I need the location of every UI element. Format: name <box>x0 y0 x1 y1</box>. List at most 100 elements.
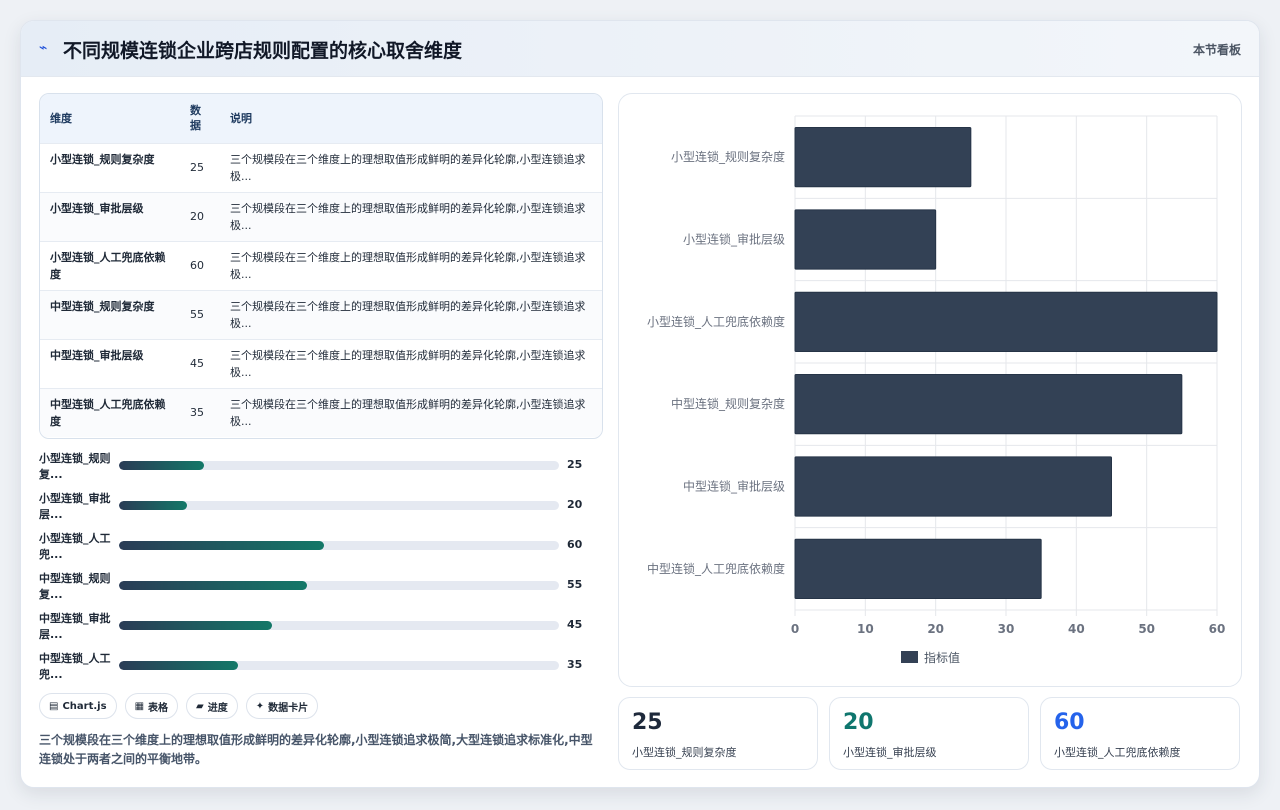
chip-progress[interactable]: ▰ 进度 <box>186 693 238 719</box>
bar <box>794 209 937 270</box>
kpi-value: 60 <box>1054 710 1085 735</box>
progress-track <box>119 461 559 470</box>
cell-description: 三个规模段在三个维度上的理想取值形成鲜明的差异化轮廓,小型连锁追求极... <box>220 339 602 388</box>
bar <box>794 456 1112 517</box>
progress-item: 小型连锁_规则复... 25 <box>39 451 599 491</box>
kpi-card: 20 小型连锁_审批层级 <box>829 697 1029 770</box>
progress-item: 小型连锁_审批层... 20 <box>39 491 599 531</box>
table-header-row: 维度 数据 说明 <box>40 94 602 143</box>
progress-fill <box>119 621 273 630</box>
progress-item: 小型连锁_人工兜... 60 <box>39 531 599 571</box>
progress-value: 55 <box>567 578 583 591</box>
cell-value: 60 <box>190 259 204 272</box>
progress-label: 小型连锁_规则复... <box>39 452 111 481</box>
cell-value: 20 <box>190 210 204 223</box>
cell-dimension-text: 中型连锁_规则复杂度 <box>50 299 155 313</box>
progress-track <box>119 661 559 670</box>
chip-label: Chart.js <box>62 700 107 712</box>
cell-dimension-text: 小型连锁_人工兜底依赖度 <box>50 250 166 281</box>
x-tick-label: 50 <box>1138 622 1155 636</box>
table-row: 中型连锁_规则复杂度 55 三个规模段在三个维度上的理想取值形成鲜明的差异化轮廓,小… <box>40 290 602 339</box>
progress-fill <box>119 661 239 670</box>
cell-description: 三个规模段在三个维度上的理想取值形成鲜明的差异化轮廓,小型连锁追求极... <box>220 241 602 290</box>
chip-label: 进度 <box>207 702 228 714</box>
cell-dimension-text: 中型连锁_人工兜底依赖度 <box>50 397 166 428</box>
progress-label: 中型连锁_规则复... <box>39 572 111 601</box>
cell-dimension-text: 中型连锁_审批层级 <box>50 348 144 362</box>
cell-description: 三个规模段在三个维度上的理想取值形成鲜明的差异化轮廓,小型连锁追求极... <box>220 290 602 339</box>
col-header-description: 说明 <box>230 112 252 126</box>
progress-fill <box>119 541 324 550</box>
cell-description-text: 三个规模段在三个维度上的理想取值形成鲜明的差异化轮廓,小型连锁追求极... <box>230 201 586 232</box>
progress-track <box>119 541 559 550</box>
cell-value: 45 <box>190 357 204 370</box>
chip-row: ▤ Chart.js ▦ 表格 ▰ 进度 ✦ 数据卡片 <box>39 693 319 719</box>
chip-label: 数据卡片 <box>268 702 309 714</box>
cell-dimension: 中型连锁_规则复杂度 <box>40 290 180 339</box>
cell-dimension-text: 小型连锁_审批层级 <box>50 201 144 215</box>
cell-description-text: 三个规模段在三个维度上的理想取值形成鲜明的差异化轮廓,小型连锁追求极... <box>230 250 586 281</box>
col-header-data-text: 数据 <box>190 104 201 133</box>
progress-track <box>119 581 559 590</box>
y-category-label: 小型连锁_规则复杂度 <box>671 149 785 164</box>
kpi-card: 25 小型连锁_规则复杂度 <box>618 697 818 770</box>
summary-text: 三个规模段在三个维度上的理想取值形成鲜明的差异化轮廓,小型连锁追求极简,大型连锁… <box>39 733 593 766</box>
x-tick-label: 60 <box>1209 622 1226 636</box>
progress-fill <box>119 501 188 510</box>
cell-dimension: 中型连锁_人工兜底依赖度 <box>40 388 180 437</box>
cell-description: 三个规模段在三个维度上的理想取值形成鲜明的差异化轮廓,小型连锁追求极... <box>220 388 602 437</box>
progress-value: 60 <box>567 538 583 551</box>
progress-label: 中型连锁_审批层... <box>39 612 111 641</box>
chip-table[interactable]: ▦ 表格 <box>124 693 179 719</box>
cell-dimension: 中型连锁_审批层级 <box>40 339 180 388</box>
cell-description: 三个规模段在三个维度上的理想取值形成鲜明的差异化轮廓,小型连锁追求极... <box>220 192 602 241</box>
chart-icon: ▤ <box>49 700 59 712</box>
cell-value: 35 <box>190 406 204 420</box>
cell-value: 25 <box>190 161 204 174</box>
progress-label: 小型连锁_人工兜... <box>39 532 111 561</box>
progress-track <box>119 621 559 630</box>
kpi-label: 小型连锁_人工兜底依赖度 <box>1054 746 1181 759</box>
chip-chart[interactable]: ▤ Chart.js <box>39 693 117 719</box>
y-category-label: 中型连锁_规则复杂度 <box>671 396 785 411</box>
cell-description: 三个规模段在三个维度上的理想取值形成鲜明的差异化轮廓,小型连锁追求极... <box>220 143 602 192</box>
card-icon: ✦ <box>255 700 265 712</box>
table-icon: ▦ <box>134 700 145 712</box>
cell-description-text: 三个规模段在三个维度上的理想取值形成鲜明的差异化轮廓,小型连锁追求极... <box>230 299 586 330</box>
cell-dimension: 小型连锁_规则复杂度 <box>40 143 180 192</box>
kpi-label: 小型连锁_审批层级 <box>843 746 937 759</box>
x-tick-label: 10 <box>857 622 874 636</box>
table-row: 小型连锁_规则复杂度 25 三个规模段在三个维度上的理想取值形成鲜明的差异化轮廓,小… <box>40 143 602 192</box>
bar <box>794 127 972 188</box>
x-tick-label: 0 <box>791 622 799 636</box>
bar-chart-card: 0 10 20 30 40 50 60 小型连锁_规则复杂度 小型连锁_审批层级 小型连锁_人工兜… <box>618 93 1242 687</box>
y-category-label: 中型连锁_人工兜底依赖度 <box>647 561 785 576</box>
col-header-dimension: 维度 <box>50 112 72 126</box>
trend-icon: ⌁ <box>39 40 48 56</box>
bar-chart: 0 10 20 30 40 50 60 小型连锁_规则复杂度小型连锁_审批层级小型连锁_人工兜… <box>647 115 1226 665</box>
kpi-value: 25 <box>632 710 663 735</box>
cell-description-text: 三个规模段在三个维度上的理想取值形成鲜明的差异化轮廓,小型连锁追求极... <box>230 397 586 428</box>
table-row: 小型连锁_审批层级 20 三个规模段在三个维度上的理想取值形成鲜明的差异化轮廓,小型… <box>40 192 602 241</box>
x-tick-label: 40 <box>1068 622 1085 636</box>
data-table: 维度 数据 说明 小型连锁_规则复杂度 25 三个规模段在三个维度上的理想取值形成鲜… <box>39 93 603 439</box>
table-row: 小型连锁_人工兜底依赖度 60 三个规模段在三个维度上的理想取值形成鲜明的差异化轮廓… <box>40 241 602 290</box>
page-title: 不同规模连锁企业跨店规则配置的核心取舍维度 <box>63 40 463 62</box>
progress-item: 中型连锁_规则复... 55 <box>39 571 599 611</box>
bar <box>794 374 1183 435</box>
progress-icon: ▰ <box>196 700 204 712</box>
kpi-card: 60 小型连锁_人工兜底依赖度 <box>1040 697 1240 770</box>
progress-value: 35 <box>567 658 583 671</box>
cell-description-text: 三个规模段在三个维度上的理想取值形成鲜明的差异化轮廓,小型连锁追求极... <box>230 348 586 379</box>
progress-fill <box>119 581 307 590</box>
progress-item: 中型连锁_人工兜... 35 <box>39 651 599 691</box>
y-category-label: 小型连锁_审批层级 <box>683 232 785 247</box>
chip-card[interactable]: ✦ 数据卡片 <box>245 693 319 719</box>
dashboard-card: ⌁ 不同规模连锁企业跨店规则配置的核心取舍维度 本节看板 维度 数据 说明 小型… <box>20 20 1260 788</box>
y-category-label: 中型连锁_审批层级 <box>683 479 785 494</box>
progress-track <box>119 501 559 510</box>
cell-dimension: 小型连锁_人工兜底依赖度 <box>40 241 180 290</box>
chip-label: 表格 <box>148 702 169 714</box>
header-bar: ⌁ 不同规模连锁企业跨店规则配置的核心取舍维度 本节看板 <box>21 21 1259 77</box>
progress-item: 中型连锁_审批层... 45 <box>39 611 599 651</box>
